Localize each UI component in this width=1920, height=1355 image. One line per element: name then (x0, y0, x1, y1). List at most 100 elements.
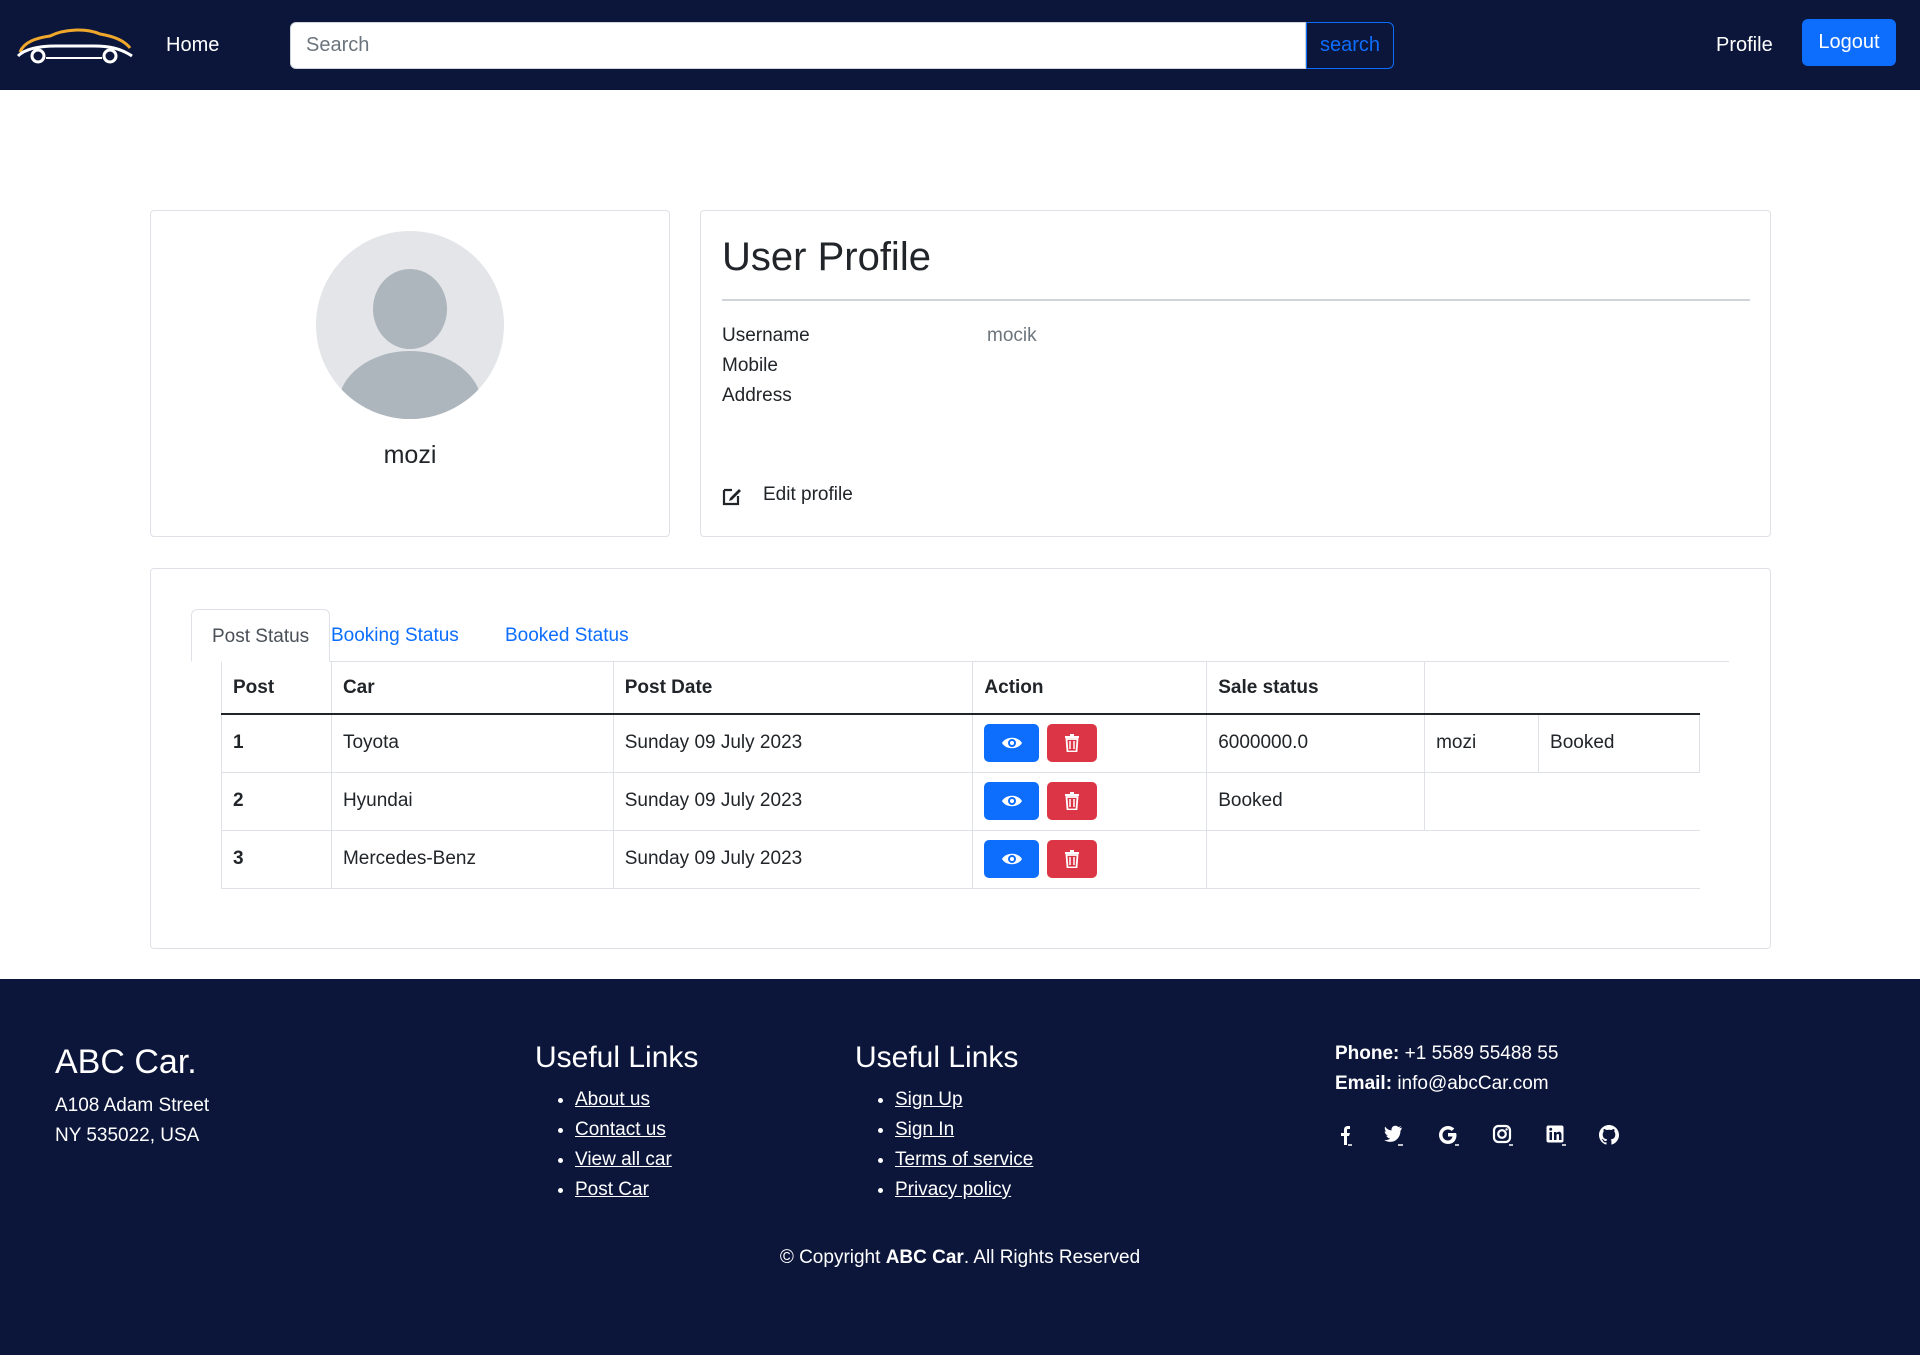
edit-profile-link[interactable]: Edit profile (763, 484, 853, 506)
table-row: 1 Toyota Sunday 09 July 2023 6000000.0 m… (221, 714, 1700, 773)
delete-button[interactable] (1046, 840, 1097, 878)
view-all-car-link[interactable]: View all car (575, 1149, 672, 1170)
navbar: Home search Profile Logout (0, 0, 1920, 90)
post-date: Sunday 09 July 2023 (612, 772, 973, 831)
view-button[interactable] (984, 782, 1040, 820)
copyright-prefix: © Copyright (779, 1247, 886, 1268)
edit-icon[interactable] (721, 485, 743, 507)
eye-icon (1001, 853, 1022, 865)
nav-profile-link[interactable]: Profile (1716, 34, 1773, 57)
copyright-suffix: . All Rights Reserved (963, 1247, 1141, 1268)
column-header-sale-status: Sale status (1206, 662, 1425, 715)
email-value: info@abcCar.com (1397, 1073, 1549, 1094)
action-cell (972, 772, 1207, 831)
post-number: 2 (221, 772, 332, 831)
view-button[interactable] (984, 840, 1040, 878)
delete-button[interactable] (1046, 724, 1097, 763)
footer-brand: ABC Car. (55, 1043, 197, 1081)
privacy-policy-link[interactable]: Privacy policy (895, 1179, 1011, 1200)
facebook-icon[interactable] (1335, 1124, 1357, 1146)
sale-status: 6000000.0 (1206, 714, 1425, 773)
footer-phone: Phone: +1 5589 55488 55 (1335, 1043, 1558, 1065)
avatar-body (338, 351, 482, 419)
username-label: Username (722, 325, 810, 346)
action-cell (972, 714, 1207, 773)
footer-links-column-2: Useful Links Sign Up Sign In Terms of se… (855, 1041, 1033, 1205)
footer-links-title: Useful Links (855, 1041, 1019, 1074)
google-icon[interactable] (1438, 1124, 1460, 1146)
footer-address-line2: NY 535022, USA (55, 1125, 200, 1146)
nav-home-link[interactable]: Home (166, 34, 219, 57)
sale-status: Booked (1206, 772, 1425, 831)
post-number: 3 (221, 830, 332, 889)
post-car-link[interactable]: Post Car (575, 1179, 649, 1200)
footer-email: Email: info@abcCar.com (1335, 1073, 1549, 1095)
status-tabs-card: Post Status Booking Status Booked Status… (150, 568, 1771, 949)
post-status-table: Post Car Post Date Action Sale status 1 … (221, 662, 1700, 889)
empty-cell (1206, 830, 1700, 889)
column-header-post-date: Post Date (612, 662, 973, 715)
sign-in-link[interactable]: Sign In (895, 1119, 954, 1140)
avatar (316, 231, 504, 419)
action-cell (972, 830, 1207, 889)
sign-up-link[interactable]: Sign Up (895, 1089, 963, 1110)
email-label: Email: (1335, 1073, 1393, 1094)
terms-of-service-link[interactable]: Terms of service (895, 1149, 1033, 1170)
footer-link-item[interactable]: Contact us (575, 1115, 698, 1145)
copyright: © Copyright ABC Car. All Rights Reserved (0, 1247, 1920, 1269)
footer: ABC Car. A108 Adam Street NY 535022, USA… (0, 979, 1920, 1355)
instagram-icon[interactable] (1492, 1124, 1514, 1146)
phone-value: +1 5589 55488 55 (1404, 1043, 1559, 1064)
logout-button[interactable]: Logout (1802, 19, 1896, 66)
empty-cell (1424, 772, 1700, 831)
footer-link-item[interactable]: View all car (575, 1145, 698, 1175)
github-icon[interactable] (1598, 1124, 1620, 1146)
profile-avatar-card: mozi (150, 210, 670, 537)
trash-icon (1064, 734, 1079, 753)
user-profile-card: User Profile Username mocik Mobile Addre… (700, 210, 1771, 537)
avatar-head (373, 269, 447, 349)
eye-icon (1001, 795, 1022, 807)
linkedin-icon[interactable] (1545, 1124, 1567, 1146)
delete-button[interactable] (1046, 782, 1097, 820)
title-divider (722, 299, 1750, 301)
copyright-brand: ABC Car (885, 1247, 964, 1268)
view-button[interactable] (984, 724, 1040, 763)
username-value: mocik (987, 325, 1037, 346)
table-row: 2 Hyundai Sunday 09 July 2023 Booked (221, 772, 1700, 831)
footer-address-line1: A108 Adam Street (55, 1095, 210, 1116)
mobile-label: Mobile (722, 355, 778, 376)
footer-link-item[interactable]: Sign Up (895, 1085, 1033, 1115)
address-label: Address (722, 385, 792, 406)
about-us-link[interactable]: About us (575, 1089, 650, 1110)
footer-link-item[interactable]: About us (575, 1085, 698, 1115)
column-header-empty (1424, 662, 1700, 715)
profile-name: mozi (383, 441, 437, 469)
post-date: Sunday 09 July 2023 (612, 830, 973, 889)
footer-link-item[interactable]: Terms of service (895, 1145, 1033, 1175)
footer-links-column-1: Useful Links About us Contact us View al… (535, 1041, 698, 1205)
contact-us-link[interactable]: Contact us (575, 1119, 666, 1140)
trash-icon (1064, 792, 1079, 810)
tab-post-status[interactable]: Post Status (191, 609, 331, 662)
search-input[interactable] (290, 22, 1306, 69)
eye-icon (1001, 738, 1022, 749)
post-date: Sunday 09 July 2023 (612, 714, 973, 773)
search-button[interactable]: search (1306, 22, 1394, 69)
buyer-name: mozi (1424, 714, 1539, 773)
column-header-action: Action (972, 662, 1207, 715)
footer-link-item[interactable]: Post Car (575, 1175, 698, 1205)
trash-icon (1064, 850, 1079, 868)
page-title: User Profile (722, 235, 931, 279)
phone-label: Phone: (1335, 1043, 1400, 1064)
car-logo-icon[interactable] (16, 26, 134, 64)
column-header-car: Car (330, 662, 614, 715)
tab-booked-status[interactable]: Booked Status (485, 609, 649, 662)
footer-link-item[interactable]: Privacy policy (895, 1175, 1033, 1205)
booking-status: Booked (1538, 714, 1700, 773)
footer-link-item[interactable]: Sign In (895, 1115, 1033, 1145)
tab-booking-status[interactable]: Booking Status (311, 609, 479, 662)
column-header-post: Post (221, 662, 332, 715)
twitter-icon[interactable] (1383, 1124, 1405, 1146)
car-name: Mercedes-Benz (330, 830, 614, 889)
